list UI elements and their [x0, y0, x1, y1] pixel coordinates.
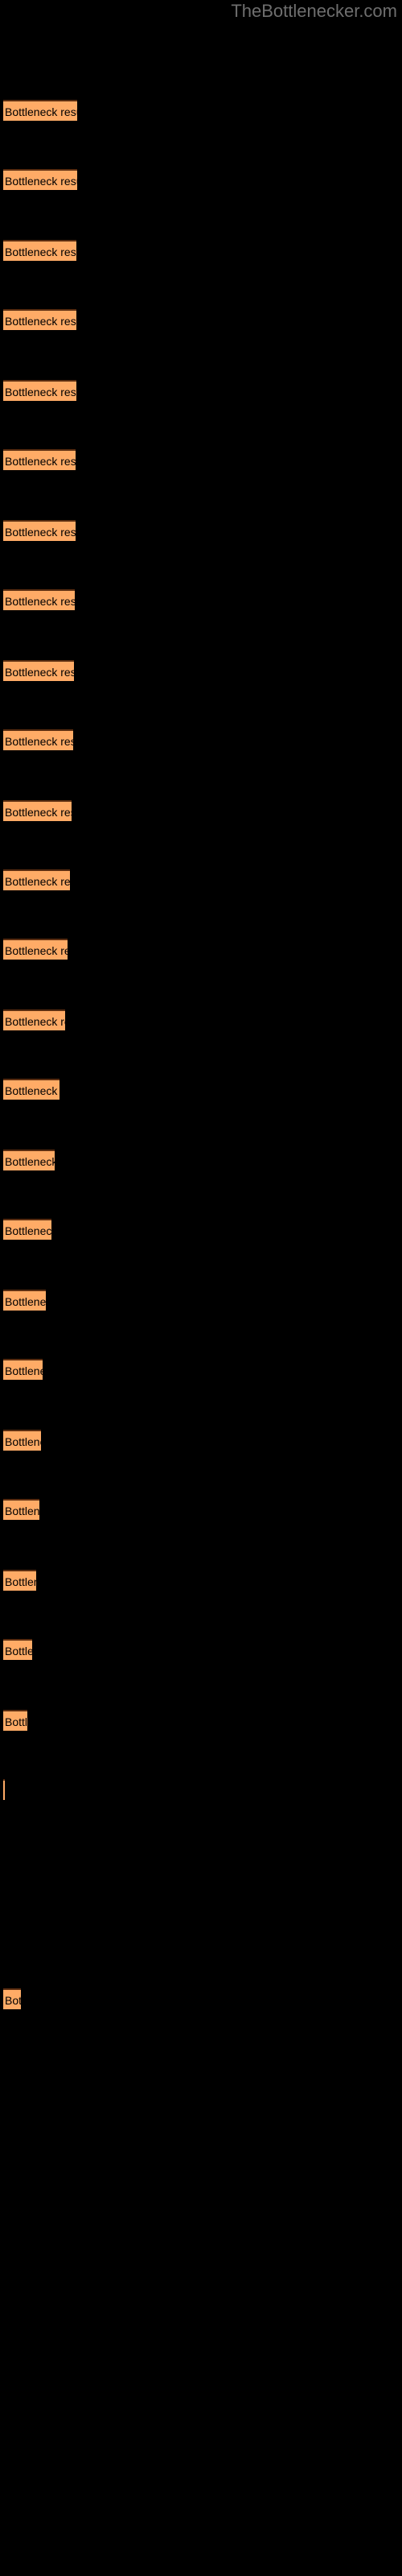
bar-label: Bottleneck result	[5, 1575, 36, 1588]
bar-23[interactable]: Bottleneck result	[3, 1639, 32, 1660]
bar-label: Bottleneck result	[5, 875, 70, 888]
bar-4[interactable]: Bottleneck result	[3, 309, 76, 330]
bar-chart-root: TheBottlenecker.com Bottleneck resultBot…	[0, 0, 402, 2576]
bar-label: Bottleneck result	[5, 175, 77, 188]
bar-8[interactable]: Bottleneck result	[3, 589, 75, 610]
bar-label: Bottleneck result	[5, 1364, 43, 1377]
bar-label: Bottleneck result	[5, 944, 68, 957]
bar-14[interactable]: Bottleneck result	[3, 1009, 65, 1030]
bar-11[interactable]: Bottleneck result	[3, 800, 72, 821]
bar-label: Bottleneck result	[5, 526, 76, 539]
bar-label: Bottleneck result	[5, 246, 76, 258]
bar-24[interactable]: Bottleneck result	[3, 1710, 27, 1731]
bar-label: Bottleneck result	[5, 595, 75, 608]
bar-label: Bottleneck result	[5, 1015, 65, 1028]
bar-13[interactable]: Bottleneck result	[3, 939, 68, 960]
bar-22[interactable]: Bottleneck result	[3, 1570, 36, 1591]
bar-18[interactable]: Bottleneck result	[3, 1290, 46, 1311]
bar-label: Bottleneck result	[5, 1435, 41, 1448]
bar-label: Bottleneck result	[5, 1155, 55, 1168]
bar-label: Bottleneck result	[5, 1295, 46, 1308]
bar-5[interactable]: Bottleneck result	[3, 380, 76, 401]
bar-9[interactable]: Bottleneck result	[3, 660, 74, 681]
bar-label: Bottleneck result	[5, 1994, 21, 2007]
bar-label: Bottleneck result	[5, 806, 72, 819]
bar-3[interactable]: Bottleneck result	[3, 240, 76, 261]
bar-6[interactable]: Bottleneck result	[3, 449, 76, 470]
bar-label: Bottleneck result	[5, 455, 76, 468]
bar-20[interactable]: Bottleneck result	[3, 1430, 41, 1451]
bar-7[interactable]: Bottleneck result	[3, 520, 76, 541]
bar-15[interactable]: Bottleneck result	[3, 1079, 59, 1100]
bar-label: Bottleneck result	[5, 1084, 59, 1097]
bar-26[interactable]: Bottleneck result	[3, 1988, 21, 2009]
plot-area: Bottleneck result Bottleneck result Bottle…	[0, 0, 402, 2576]
bar-25[interactable]: Bottleneck result	[3, 1779, 5, 1800]
bar-label: Bottleneck result	[5, 1715, 27, 1728]
bar-16[interactable]: Bottleneck result	[3, 1150, 55, 1170]
bar-1[interactable]: Bottleneck result	[3, 100, 77, 121]
bar-12[interactable]: Bottleneck result	[3, 869, 70, 890]
bar-label: Bottleneck result	[5, 666, 74, 679]
bar-21[interactable]: Bottleneck result	[3, 1499, 39, 1520]
bar-2[interactable]: Bottleneck result	[3, 169, 77, 190]
bar-label: Bottleneck result	[5, 105, 77, 118]
bar-label: Bottleneck result	[5, 1224, 51, 1237]
bar-17[interactable]: Bottleneck result	[3, 1219, 51, 1240]
bar-label: Bottleneck result	[5, 315, 76, 328]
bar-label: Bottleneck result	[5, 735, 73, 748]
bar-19[interactable]: Bottleneck result	[3, 1359, 43, 1380]
bar-label: Bottleneck result	[5, 1645, 32, 1657]
bar-10[interactable]: Bottleneck result	[3, 729, 73, 750]
bar-label: Bottleneck result	[5, 386, 76, 398]
bar-label: Bottleneck result	[5, 1505, 39, 1517]
